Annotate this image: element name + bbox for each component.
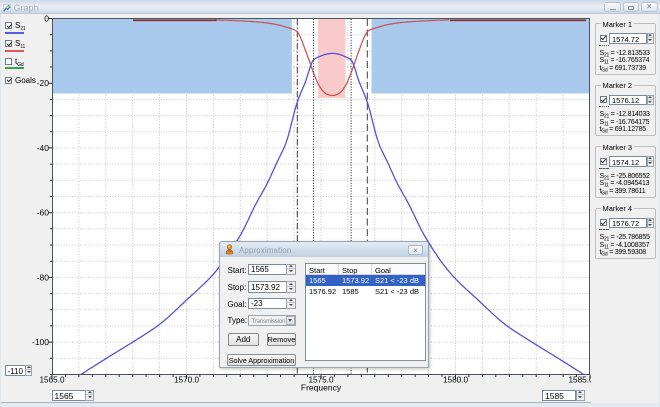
svg-text:1580.0: 1580.0 bbox=[443, 376, 468, 385]
svg-text:-80: -80 bbox=[37, 272, 50, 282]
svg-text:-40: -40 bbox=[37, 143, 50, 153]
svg-text:Frequency: Frequency bbox=[301, 383, 342, 393]
svg-text:0: 0 bbox=[44, 14, 49, 24]
svg-text:1570.0: 1570.0 bbox=[174, 376, 199, 385]
svg-text:-100: -100 bbox=[32, 337, 49, 347]
svg-text:1565.0: 1565.0 bbox=[39, 376, 64, 385]
svg-text:-20: -20 bbox=[37, 78, 50, 88]
svg-text:-60: -60 bbox=[37, 208, 50, 218]
